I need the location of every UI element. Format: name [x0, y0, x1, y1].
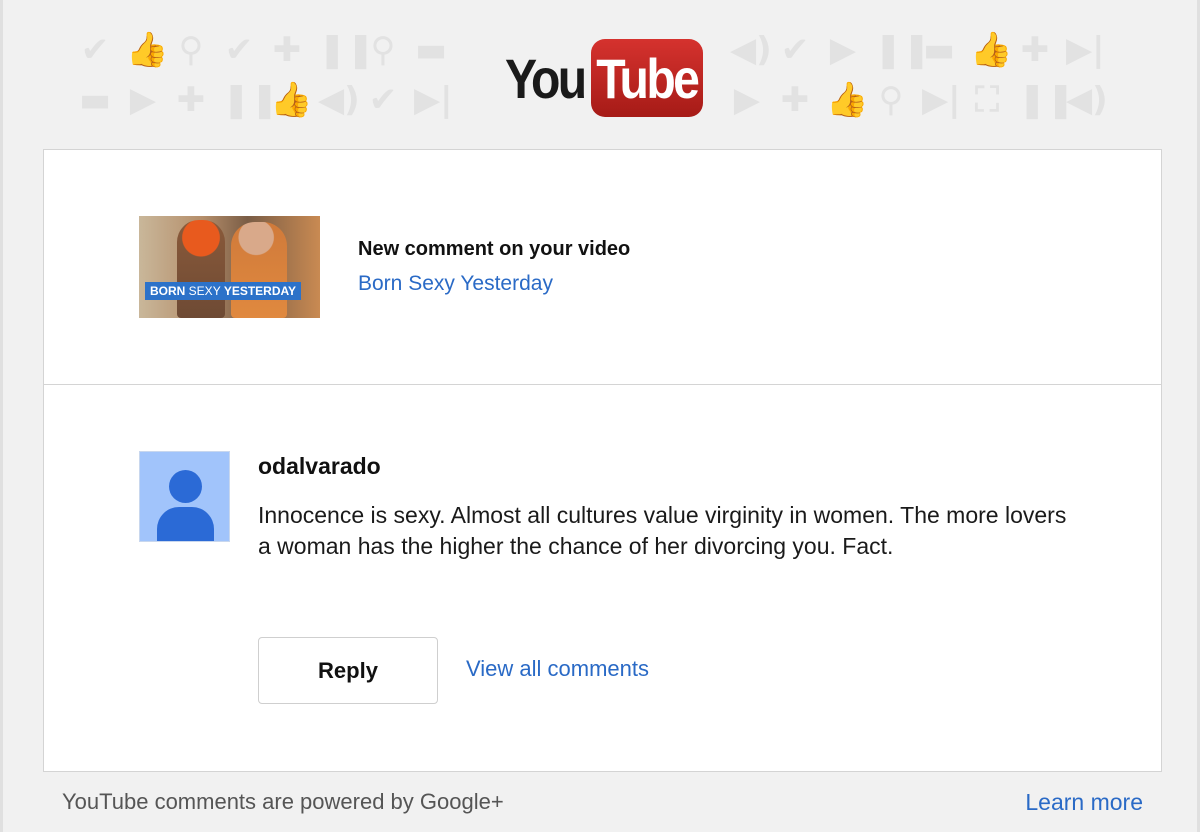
plus-icon: ✚: [272, 30, 302, 70]
pattern-row: ▶ ✚ 👍 ⚲ ▶| ⛶ ❚❚ ◀): [730, 80, 1108, 120]
plus-icon: ✚: [176, 80, 206, 120]
thumbnail-caption-part: BORN: [150, 284, 186, 298]
notification-card: BORN SEXY YESTERDAY New comment on your …: [43, 149, 1162, 772]
comment-username[interactable]: odalvarado: [258, 453, 381, 480]
thumbnail-figure: [177, 220, 225, 318]
plus-icon: ✚: [780, 80, 810, 120]
logo-tube-box: Tube: [591, 39, 703, 117]
next-icon: ▶|: [1066, 30, 1105, 70]
pattern-row: ▬ ▶ ✚ ❚❚ 👍 ◀) ✔ ▶|: [78, 80, 453, 120]
pause-icon: ❚❚: [874, 30, 931, 70]
footer-powered-text: YouTube comments are powered by Google+: [62, 789, 504, 814]
pattern-row: ◀) ✔ ▶ ❚❚ ▬ 👍 ✚ ▶|: [730, 30, 1105, 70]
avatar[interactable]: [139, 451, 230, 542]
thumbnail-caption-part: YESTERDAY: [223, 284, 297, 298]
pause-icon: ❚❚: [222, 80, 279, 120]
video-title-link[interactable]: Born Sexy Yesterday: [358, 272, 553, 296]
next-icon: ▶|: [922, 80, 961, 120]
thumbnail-caption: BORN SEXY YESTERDAY: [145, 282, 302, 300]
avatar-head: [169, 470, 202, 503]
search-icon: ⚲: [370, 30, 396, 70]
avatar-body: [157, 507, 214, 541]
search-icon: ⚲: [878, 80, 904, 120]
youtube-logo[interactable]: You Tube: [505, 38, 703, 118]
plus-icon: ✚: [1020, 30, 1050, 70]
logo-you-text: You: [505, 46, 587, 110]
thumbs-up-icon: 👍: [126, 30, 169, 70]
next-icon: ▶|: [414, 80, 453, 120]
volume-icon: ◀): [1066, 80, 1108, 120]
pause-icon: ❚❚: [1018, 80, 1075, 120]
comment-icon: ▬: [78, 80, 112, 120]
section-divider: [44, 384, 1161, 385]
check-icon: ✔: [224, 30, 254, 70]
logo-tube-text: Tube: [596, 46, 700, 110]
comment-text: Innocence is sexy. Almost all cultures v…: [258, 502, 1067, 559]
pattern-row: ✔ 👍 ⚲ ✔ ✚ ❚❚ ⚲ ▬: [78, 30, 448, 70]
search-icon: ⚲: [178, 30, 204, 70]
check-icon: ✔: [368, 80, 398, 120]
play-icon: ▶: [733, 80, 761, 120]
volume-icon: ◀): [318, 80, 360, 120]
learn-more-link[interactable]: Learn more: [1025, 789, 1143, 816]
comment-icon: ▬: [922, 30, 956, 70]
thumbnail-figure: [231, 222, 287, 318]
play-icon: ▶: [829, 30, 857, 70]
thumbnail-caption-part: SEXY: [185, 284, 224, 298]
notification-title: New comment on your video: [358, 238, 631, 260]
check-icon: ✔: [780, 30, 810, 70]
email-header: ✔ 👍 ⚲ ✔ ✚ ❚❚ ⚲ ▬ ▬ ▶ ✚ ❚❚ 👍 ◀) ✔ ▶| ◀) ✔…: [0, 0, 1200, 148]
play-icon: ▶: [129, 80, 157, 120]
reply-button[interactable]: Reply: [258, 637, 438, 704]
thumbs-up-icon: 👍: [826, 80, 869, 120]
view-all-comments-link[interactable]: View all comments: [466, 656, 649, 682]
volume-icon: ◀): [730, 30, 772, 70]
check-icon: ✔: [80, 30, 110, 70]
pause-icon: ❚❚: [318, 30, 375, 70]
video-thumbnail[interactable]: BORN SEXY YESTERDAY: [139, 216, 320, 318]
thumbs-up-icon: 👍: [270, 80, 313, 120]
comment-icon: ▬: [414, 30, 448, 70]
fullscreen-icon: ⛶: [975, 80, 999, 120]
thumbs-up-icon: 👍: [970, 30, 1013, 70]
